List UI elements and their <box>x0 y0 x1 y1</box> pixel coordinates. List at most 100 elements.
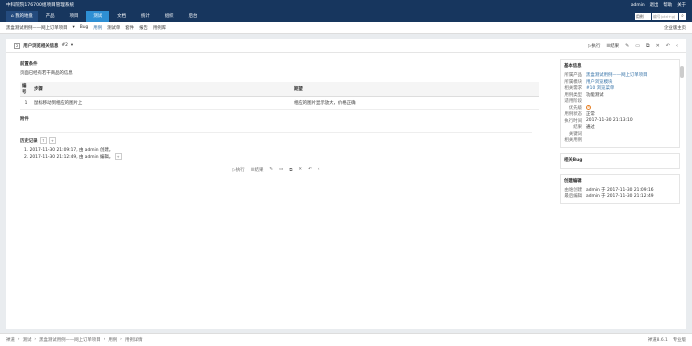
home-icon: ⌂ <box>11 14 14 19</box>
col-expect: 期望 <box>292 82 539 97</box>
search-input[interactable]: 编号(ctrl+g) <box>652 13 678 20</box>
exec-button-bottom[interactable]: ▷执行 <box>232 167 244 173</box>
precondition-text: 页面已经有若干商品的信息 <box>20 71 73 76</box>
nav-tab[interactable]: 文档 <box>110 11 133 22</box>
info-key: 用例类型 <box>564 92 582 98</box>
delete-icon[interactable]: ✕ <box>298 167 302 173</box>
scrollbar[interactable] <box>680 66 684 78</box>
nav-tab[interactable]: 测试 <box>86 11 110 22</box>
sub-nav-item[interactable]: 报告 <box>139 25 148 31</box>
breadcrumb-item[interactable]: 黑盒测试用例——网上订单项目 <box>39 337 100 343</box>
enterprise-link[interactable]: 企业版主页 <box>664 25 686 31</box>
breadcrumb: 禅道 › 测试 › 黑盒测试用例——网上订单项目 › 用例 › 用例详情 <box>6 337 143 343</box>
info-key: 适用阶段 <box>564 99 582 105</box>
back-icon[interactable]: ↶ <box>666 43 670 49</box>
about-link[interactable]: 关于 <box>677 2 686 8</box>
info-key: 执行时间 <box>564 118 582 124</box>
version-select[interactable]: #2 <box>61 43 67 48</box>
chevron-down-icon: ▾ <box>70 43 74 48</box>
user-name[interactable]: admin <box>631 3 645 8</box>
expand-history-icon[interactable]: + <box>48 137 56 144</box>
site-label: 专业版 <box>672 338 686 343</box>
info-key: 相关需求 <box>564 86 582 92</box>
basic-info-title: 基本信息 <box>564 64 582 69</box>
nav-tab-home-label: 我的地盘 <box>15 14 33 19</box>
sub-nav-item[interactable]: Bug <box>80 25 89 30</box>
edit-icon[interactable]: ✎ <box>625 43 629 49</box>
table-row: 1 鼠标移动到相应的图片上 相应的图片显示放大，价格正确 <box>20 96 539 110</box>
prev-icon[interactable]: ‹ <box>676 43 678 49</box>
back-icon[interactable]: ↶ <box>308 167 312 173</box>
logout-link[interactable]: 退出 <box>650 2 659 8</box>
info-value: 通过 <box>586 125 595 131</box>
app-brand: 中科院院176700组项目管理系统 <box>6 3 75 8</box>
editor-row: 最后编辑 admin 于 2017-11-30 21:12:49 <box>564 193 676 200</box>
search-box: 用例 编号(ctrl+g) ⌕ <box>635 13 686 20</box>
case-id-badge: 2 <box>14 42 21 49</box>
breadcrumb-item[interactable]: 禅道 <box>6 337 15 343</box>
nav-tab[interactable]: 项目 <box>63 11 86 22</box>
breadcrumb-separator: › <box>34 337 37 342</box>
nav-tab[interactable]: 统计 <box>134 11 157 22</box>
info-key: 优先级 <box>568 105 582 111</box>
breadcrumb-separator: › <box>120 337 122 342</box>
result-button[interactable]: ☰结果 <box>606 43 619 49</box>
sub-nav-item[interactable]: 测试单 <box>107 25 120 31</box>
related-bug-box: 相关Bug <box>560 152 680 169</box>
comment-icon[interactable]: ▭ <box>635 43 640 49</box>
copy-icon[interactable]: ⧉ <box>289 167 292 173</box>
nav-tabs: ⌂ 我的地盘 产品 项目 测试 文档 统计 组织 后台 <box>6 11 204 22</box>
side-panel: 基本信息 所属产品 黑盒测试用例——网上订单项目 所属模块 用户浏览模块 相关需求 #10… <box>556 53 684 215</box>
info-key: 关键词 <box>568 131 582 137</box>
list-item: 2. 2017-11-30 21:12:49, 由 admin 编辑。 + <box>24 153 532 160</box>
exec-button[interactable]: ▷执行 <box>588 43 600 49</box>
case-title-bar: 2 用户浏览相关信息 #2 ▾ ▷执行 ☰结果 ✎ ▭ ⧉ ✕ ↶ ‹ <box>6 39 686 53</box>
nav-tab-home[interactable]: ⌂ 我的地盘 <box>6 11 38 22</box>
basic-info-box: 基本信息 所属产品 黑盒测试用例——网上订单项目 所属模块 用户浏览模块 相关需求 #10… <box>560 59 680 148</box>
sub-nav-item[interactable]: 套件 <box>125 25 134 31</box>
basic-info-rows: 所属产品 黑盒测试用例——网上订单项目 所属模块 用户浏览模块 相关需求 #10 浏览菜单… <box>564 72 676 144</box>
info-value[interactable]: 黑盒测试用例——网上订单项目 <box>586 72 647 78</box>
step-text: 鼠标移动到相应的图片上 <box>32 96 292 110</box>
prev-icon[interactable]: ‹ <box>318 167 320 173</box>
footer: 禅道 › 测试 › 黑盒测试用例——网上订单项目 › 用例 › 用例详情 禅道8.6.1 专业版 <box>0 333 692 346</box>
toggle-history-icon[interactable]: ↑ <box>39 137 47 144</box>
nav-tab[interactable]: 组织 <box>158 11 181 22</box>
step-expect: 相应的图片显示放大，价格正确 <box>292 96 539 110</box>
sub-nav: 黑盒测试用例——网上订单项目 ▾ Bug 用例 测试单 套件 报告 用例库 企业版主页 <box>0 22 692 34</box>
sub-nav-item[interactable]: 用例库 <box>153 25 166 31</box>
main-nav: ⌂ 我的地盘 产品 项目 测试 文档 统计 组织 后台 用例 编号(ctrl+g) ⌕ <box>0 10 692 22</box>
breadcrumb-item[interactable]: 测试 <box>23 337 32 343</box>
product-switcher[interactable]: 黑盒测试用例——网上订单项目 <box>6 25 67 31</box>
steps-table: 编号 步骤 期望 1 鼠标移动到相应的图片上 相应的图片显示放大，价格正确 <box>20 82 539 110</box>
nav-tab[interactable]: 后台 <box>182 11 205 22</box>
edit-icon[interactable]: ✎ <box>269 167 273 173</box>
col-num: 编号 <box>20 82 32 97</box>
delete-icon[interactable]: ✕ <box>656 43 660 49</box>
result-label: 结果 <box>610 43 620 49</box>
comment-icon[interactable]: ▭ <box>279 167 283 173</box>
info-value[interactable]: #10 浏览菜单 <box>586 85 614 91</box>
sub-nav-item[interactable]: 用例 <box>93 25 102 31</box>
search-type-select[interactable]: 用例 <box>635 13 651 20</box>
user-menu: admin 退出 帮助 关于 <box>631 2 686 9</box>
exec-label: 执行 <box>591 43 601 49</box>
chevron-down-icon: ▾ <box>72 25 75 30</box>
search-button[interactable]: ⌕ <box>679 13 686 20</box>
creator-key: 由谁创建 <box>564 187 582 193</box>
info-row: 相关用例 <box>564 137 676 144</box>
info-key: 结果 <box>573 125 582 131</box>
info-key: 所属产品 <box>564 73 582 79</box>
creator-value: admin 于 2017-11-30 21:09:16 <box>586 187 654 193</box>
history-section: 历史记录 ↑ + 1. 2017-11-30 21:09:17, 由 admin… <box>20 132 532 160</box>
nav-tab[interactable]: 产品 <box>39 11 62 22</box>
expand-icon[interactable]: + <box>114 153 122 160</box>
creator-title: 创建编辑 <box>564 178 582 184</box>
help-link[interactable]: 帮助 <box>663 2 672 8</box>
copy-icon[interactable]: ⧉ <box>646 43 650 49</box>
related-bug-title: 相关Bug <box>564 157 583 163</box>
result-button-bottom[interactable]: ☰结果 <box>251 167 264 173</box>
info-value[interactable]: 用户浏览模块 <box>586 79 612 85</box>
breadcrumb-item[interactable]: 用例 <box>108 337 117 343</box>
step-num: 1 <box>20 96 32 110</box>
